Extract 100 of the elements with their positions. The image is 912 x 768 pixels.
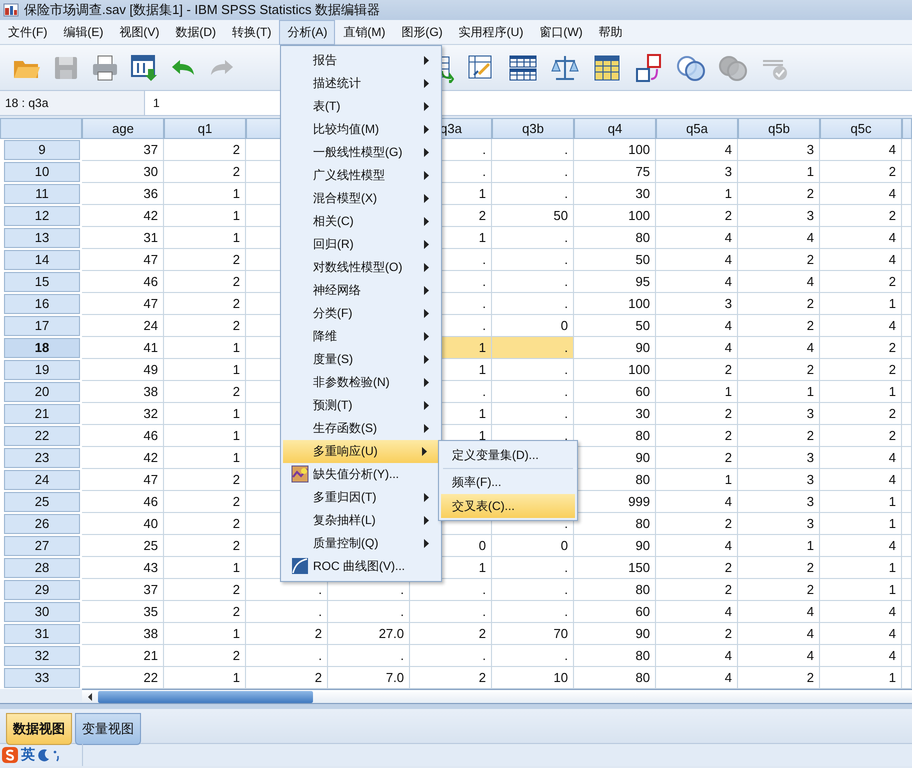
language-indicator[interactable]: 英 [21,746,35,764]
row-number[interactable]: 14 [4,250,80,270]
table-cell: . [492,359,574,381]
table-cell: 2 [738,293,820,315]
menu-item[interactable]: 复杂抽样(L) [281,509,441,532]
row-number[interactable]: 21 [4,404,80,424]
menu-item[interactable]: 实用程序(U) [450,20,532,44]
row-number[interactable]: 30 [4,602,80,622]
row-number[interactable]: 19 [4,360,80,380]
table-cell: 150 [574,557,656,579]
row-number[interactable]: 27 [4,536,80,556]
table-cell: 4 [656,249,738,271]
table-cell: 1 [820,381,902,403]
table-cell: 4 [656,337,738,359]
menu-item[interactable]: 缺失值分析(Y)... [281,463,441,486]
table-cell [902,337,912,359]
menu-item[interactable]: 图形(G) [393,20,451,44]
menu-item[interactable]: 多重响应(U) [283,440,439,463]
row-number[interactable]: 23 [4,448,80,468]
row-number[interactable]: 22 [4,426,80,446]
menu-item[interactable]: 直销(M) [335,20,394,44]
punctuation-icon[interactable] [53,748,61,762]
row-number[interactable]: 17 [4,316,80,336]
split-grid-icon[interactable] [508,52,538,82]
column-header[interactable]: q5b [738,118,820,139]
table-cell: 100 [574,139,656,161]
menu-item[interactable]: 转换(T) [224,20,280,44]
row-number[interactable]: 13 [4,228,80,248]
menu-item[interactable]: 数据(D) [167,20,224,44]
menu-item[interactable]: 视图(V) [111,20,168,44]
row-number[interactable]: 31 [4,624,80,644]
row-number[interactable]: 16 [4,294,80,314]
column-header[interactable]: age [82,118,164,139]
window-title: 保险市场调查.sav [数据集1] - IBM SPSS Statistics 数据编辑器 [24,1,380,19]
column-header[interactable]: q1 [164,118,246,139]
table-cell: 50 [574,249,656,271]
table-cell: 2 [164,513,246,535]
row-number[interactable]: 24 [4,470,80,490]
table-cell: . [492,293,574,315]
table-cell: 0 [492,535,574,557]
table-cell: 37 [82,139,164,161]
window-arrow-icon[interactable] [129,52,159,82]
scrollbar-thumb[interactable] [98,690,313,702]
column-header[interactable]: q5a [656,118,738,139]
table-cell: 1 [164,227,246,249]
table-cell: 4 [820,535,902,557]
menu-item[interactable]: 帮助 [590,20,631,44]
table-cell: 1 [164,403,246,425]
table-cell: 2 [820,337,902,359]
row-number[interactable]: 12 [4,206,80,226]
menu-item[interactable]: 编辑(E) [55,20,112,44]
column-header[interactable]: q3b [492,118,574,139]
table-cell: 90 [574,535,656,557]
table-cell: 50 [574,315,656,337]
table-cell: . [492,271,574,293]
table-cell: 2 [164,249,246,271]
menu-item[interactable]: 报告 [281,49,441,72]
table-cell: 2 [738,557,820,579]
table-cell: 4 [656,315,738,337]
table-cell: 4 [820,447,902,469]
printer-icon[interactable] [90,52,120,82]
menu-item[interactable]: 分析(A) [279,20,336,44]
input-method-icon[interactable] [2,747,18,763]
table-cell: 1 [820,293,902,315]
row-number[interactable]: 33 [4,668,80,688]
label-squares-icon[interactable] [634,52,664,82]
table-cell [902,271,912,293]
menu-item[interactable]: 窗口(W) [531,20,591,44]
moon-icon[interactable] [38,748,50,762]
table-cell: 27.0 [328,623,410,645]
row-number[interactable]: 26 [4,514,80,534]
menu-item[interactable]: 交叉表(C)... [441,494,575,518]
row-number[interactable]: 20 [4,382,80,402]
row-number[interactable]: 29 [4,580,80,600]
row-number[interactable]: 25 [4,492,80,512]
table-cell: 2 [820,161,902,183]
horizontal-scrollbar[interactable] [82,689,912,703]
row-number[interactable]: 15 [4,272,80,292]
row-number[interactable]: 18 [4,338,80,358]
menu-item[interactable]: 多重归因(T) [281,486,441,509]
row-number[interactable]: 32 [4,646,80,666]
table-cell: 47 [82,469,164,491]
menu-item[interactable]: 频率(F)... [441,470,575,494]
table-cell: 3 [738,205,820,227]
row-number[interactable]: 9 [4,140,80,160]
view-tab[interactable]: 数据视图 [6,713,72,745]
table-cell [902,161,912,183]
table-grid-icon[interactable] [592,52,622,82]
menu-item[interactable]: 文件(F) [0,20,56,44]
table-cell: . [492,249,574,271]
column-header[interactable]: q5c [820,118,902,139]
row-number[interactable]: 10 [4,162,80,182]
view-tab[interactable]: 变量视图 [75,713,141,745]
row-number[interactable]: 11 [4,184,80,204]
column-header[interactable]: q4 [574,118,656,139]
table-cell: . [492,227,574,249]
menu-item[interactable]: 表(T) [281,95,441,118]
table-cell: 2 [820,403,902,425]
left-arrow-icon[interactable] [86,692,94,702]
row-number[interactable]: 28 [4,558,80,578]
